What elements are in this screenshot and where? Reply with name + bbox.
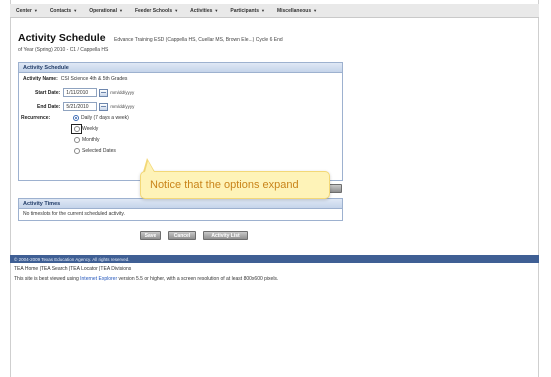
caret-down-icon: ▼ [33, 8, 38, 13]
nav-label: Feeder Schools [134, 7, 173, 14]
nav-label: Contacts [49, 7, 72, 14]
calendar-icon[interactable] [99, 102, 109, 111]
end-date-input[interactable]: 5/21/2010 [63, 102, 98, 111]
top-nav: Center ▼ Contacts ▼ Operational ▼ Feeder Sc… [10, 4, 539, 18]
footer-copyright-bar: © 2004-2009 Texas Education Agency. All … [10, 255, 539, 263]
activity-list-button[interactable]: Activity List [203, 231, 248, 240]
radio-icon[interactable] [74, 148, 80, 154]
nav-operational[interactable]: Operational ▼ [89, 8, 123, 14]
recurrence-option-selected-dates[interactable]: Selected Dates [74, 148, 116, 154]
nav-center[interactable]: Center ▼ [16, 8, 38, 14]
caret-down-icon: ▼ [73, 8, 78, 13]
activity-schedule-panel: Activity Schedule Activity Name: CSI Sci… [18, 62, 343, 181]
radio-selected-icon[interactable] [73, 115, 79, 121]
option-label: Daily (7 days a week) [81, 115, 129, 121]
radio-icon[interactable] [74, 137, 80, 143]
caret-down-icon: ▼ [313, 8, 318, 13]
footer-browser-note: This site is best viewed using Internet … [14, 276, 278, 282]
end-date-row: End Date: 5/21/2010 mm/dd/yyyy [37, 102, 134, 111]
date-format-hint: mm/dd/yyyy [110, 104, 135, 109]
recurrence-option-weekly[interactable]: Weekly [74, 126, 98, 132]
nav-label: Operational [89, 7, 117, 14]
nav-activities[interactable]: Activities ▼ [190, 8, 218, 14]
page-subtitle: Edvance Training ESD (Cappella HS, Cuell… [113, 37, 283, 43]
nav-contacts[interactable]: Contacts ▼ [50, 8, 77, 14]
internet-explorer-link[interactable]: Internet Explorer [80, 276, 117, 282]
option-label: Weekly [82, 126, 99, 132]
nav-label: Center [16, 7, 32, 14]
times-empty-message: No timeslots for the current scheduled a… [23, 211, 125, 217]
cancel-button[interactable]: Cancel [168, 231, 196, 240]
nav-feeder-schools[interactable]: Feeder Schools ▼ [135, 8, 178, 14]
recurrence-option-monthly[interactable]: Monthly [74, 137, 100, 143]
recurrence-label-row: Recurrence: [21, 115, 50, 121]
nav-participants[interactable]: Participants ▼ [230, 8, 265, 14]
activity-times-panel: Activity Times No timeslots for the curr… [18, 198, 343, 221]
copyright-text: © 2004-2009 Texas Education Agency. All … [14, 256, 130, 262]
activity-name-label: Activity Name: [23, 76, 58, 82]
nav-label: Miscellaneous [276, 7, 312, 14]
save-button[interactable]: Save [140, 231, 161, 240]
nav-label: Participants [230, 7, 259, 14]
panel-body: Activity Name: CSI Science 4th & 5th Gra… [19, 73, 342, 180]
activity-name-value: CSI Science 4th & 5th Grades [60, 76, 128, 82]
panel-title: Activity Times [19, 199, 342, 209]
caret-down-icon: ▼ [260, 8, 265, 13]
callout-text: Notice that the options expand [150, 179, 299, 191]
calendar-icon[interactable] [99, 88, 109, 97]
date-format-hint: mm/dd/yyyy [110, 90, 135, 95]
panel-title: Activity Schedule [19, 63, 342, 73]
caret-down-icon: ▼ [214, 8, 219, 13]
start-date-input[interactable]: 1/11/2010 [63, 88, 98, 97]
note-text-before: This site is best viewed using [14, 276, 81, 282]
page-header: Activity Schedule Edvance Training ESD (… [18, 28, 533, 53]
recurrence-label: Recurrence: [21, 115, 51, 121]
callout-tooltip: Notice that the options expand [140, 171, 330, 199]
nav-miscellaneous[interactable]: Miscellaneous ▼ [277, 8, 317, 14]
start-date-row: Start Date: 1/11/2010 mm/dd/yyyy [35, 88, 134, 97]
page-title: Activity Schedule [18, 32, 106, 44]
callout-pointer-fill [145, 161, 154, 172]
recurrence-option-daily[interactable]: Daily (7 days a week) [73, 115, 129, 121]
radio-icon[interactable] [74, 126, 80, 132]
activity-name-row: Activity Name: CSI Science 4th & 5th Gra… [23, 76, 127, 82]
page-subline: of Year (Spring) 2010 - C1 / Cappella HS [18, 47, 109, 53]
footer-links[interactable]: TEA Home |TEA Search |TEA Locator |TEA D… [14, 266, 131, 272]
end-date-label: End Date: [37, 103, 61, 110]
note-text-after: version 5.5 or higher, with a screen res… [117, 276, 279, 282]
option-label: Selected Dates [82, 148, 116, 154]
caret-down-icon: ▼ [174, 8, 179, 13]
caret-down-icon: ▼ [118, 8, 123, 13]
option-label: Monthly [82, 137, 100, 143]
start-date-label: Start Date: [35, 89, 61, 96]
nav-label: Activities [190, 7, 213, 14]
